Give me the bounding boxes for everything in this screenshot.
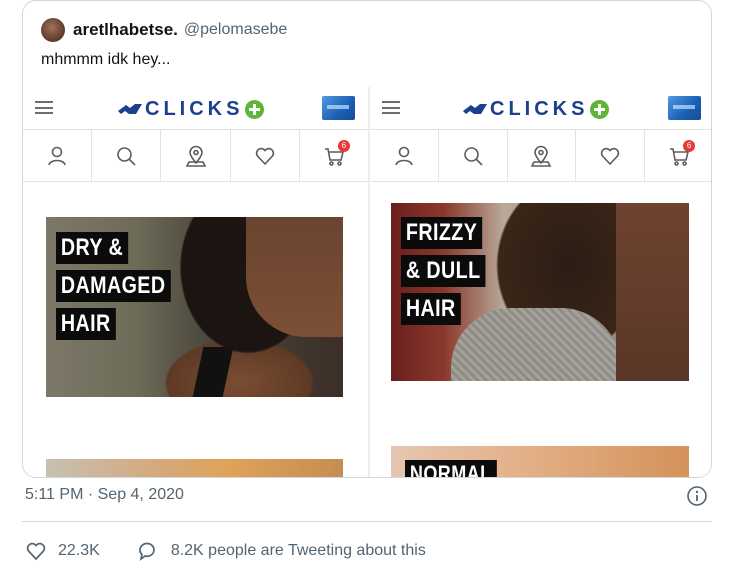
cart-count-badge: 6 — [337, 140, 350, 152]
cart-cell: 6 — [645, 130, 711, 181]
tweet-engagement-bar: 22.3K 8.2K people are Tweeting about thi… — [25, 540, 426, 562]
heart-icon — [601, 147, 620, 165]
store-locator-cell — [508, 130, 577, 181]
location-pin-icon — [531, 145, 552, 167]
search-icon — [463, 146, 483, 166]
search-cell — [92, 130, 162, 181]
hero-photo-detail — [246, 217, 343, 337]
account-cell — [23, 130, 93, 181]
site-icon-bar: 6 — [23, 130, 368, 182]
hero-photo-detail — [616, 203, 689, 381]
brand-name: CLICKS — [490, 97, 589, 120]
tweet-timestamp[interactable]: 5:11 PM · Sep 4, 2020 — [25, 486, 184, 504]
clubcard-icon — [322, 96, 355, 120]
logo-mark-icon — [463, 104, 487, 114]
user-icon — [395, 146, 413, 165]
screenshot-panel-left: CLICKS 6 DRY & DAMAGED HAIR — [23, 87, 368, 477]
hero-banner-dry-damaged: DRY & DAMAGED HAIR — [46, 217, 343, 397]
heart-icon — [255, 147, 274, 165]
hero-label-stack: FRIZZY & DULL HAIR — [401, 217, 504, 331]
clicks-logo: CLICKS — [462, 97, 610, 120]
logo-mark-icon — [118, 104, 142, 114]
site-header: CLICKS — [23, 87, 368, 130]
hero-label-line: HAIR — [401, 293, 461, 325]
clicks-logo: CLICKS — [117, 97, 265, 120]
account-cell — [370, 130, 439, 181]
reply-bubble-icon[interactable] — [136, 540, 158, 562]
wishlist-cell — [576, 130, 646, 181]
hero-label-line: DAMAGED — [56, 270, 171, 302]
cart-count-badge: 6 — [683, 140, 696, 152]
quote-tweet-text: mhmmm idk hey... — [41, 51, 171, 68]
quote-display-name[interactable]: aretlhabetse. — [73, 20, 178, 40]
clubcard-icon — [668, 96, 701, 120]
plus-icon — [245, 99, 265, 119]
hero-photo-detail — [192, 347, 234, 397]
hero-label-stack: DRY & DAMAGED HAIR — [56, 232, 196, 346]
site-header: CLICKS — [370, 87, 711, 130]
hamburger-menu-icon — [382, 101, 400, 114]
plus-icon — [590, 99, 610, 119]
cart-cell: 6 — [300, 130, 368, 181]
quote-tweet-card[interactable]: aretlhabetse. @pelomasebe mhmmm idk hey.… — [22, 0, 712, 478]
next-banner-peek — [46, 459, 343, 477]
store-locator-cell — [161, 130, 231, 181]
next-banner-peek: NORMAL — [391, 446, 689, 477]
hero-label-line: FRIZZY — [401, 217, 483, 249]
quote-handle: @pelomasebe — [183, 21, 288, 38]
avatar[interactable] — [41, 18, 65, 42]
search-icon — [117, 146, 136, 166]
hero-label-line: HAIR — [56, 308, 116, 340]
hero-label-line: DRY & — [56, 232, 129, 264]
quote-tweet-header: aretlhabetse. @pelomasebe — [41, 18, 287, 42]
search-cell — [439, 130, 508, 181]
info-icon[interactable] — [686, 485, 708, 507]
brand-name: CLICKS — [145, 97, 244, 120]
hamburger-menu-icon — [35, 101, 53, 114]
tweeting-about-link[interactable]: 8.2K people are Tweeting about this — [171, 542, 426, 560]
location-pin-icon — [185, 145, 206, 167]
hero-label-line: & DULL — [401, 255, 486, 287]
media-image[interactable]: CLICKS 6 DRY & DAMAGED HAIR CLICKS 6 FRI… — [23, 87, 711, 477]
divider — [22, 521, 712, 522]
user-icon — [48, 146, 66, 165]
likes-count[interactable]: 22.3K — [58, 542, 100, 560]
hero-label-stack: NORMAL — [405, 460, 517, 477]
screenshot-panel-right: CLICKS 6 FRIZZY & DULL HAIR NORMAL — [370, 87, 711, 477]
hero-label-line: NORMAL — [405, 460, 497, 477]
wishlist-cell — [231, 130, 300, 181]
hero-banner-frizzy-dull: FRIZZY & DULL HAIR — [391, 203, 689, 381]
heart-icon[interactable] — [25, 540, 47, 562]
site-icon-bar: 6 — [370, 130, 711, 182]
